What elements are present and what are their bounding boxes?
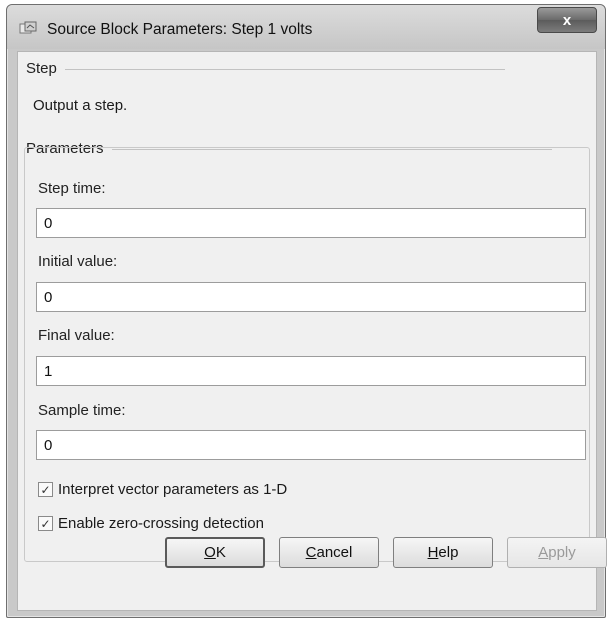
window-title: Source Block Parameters: Step 1 volts: [47, 21, 313, 38]
close-icon: x: [562, 11, 572, 29]
block-type-heading: Step: [26, 60, 503, 77]
block-description: Output a step.: [33, 97, 128, 114]
initial-value-label: Initial value:: [38, 253, 118, 270]
ok-button[interactable]: OK: [165, 537, 265, 568]
checkmark-icon: ✓: [40, 516, 51, 531]
dialog-window: Source Block Parameters: Step 1 volts x …: [6, 4, 607, 618]
apply-mnemonic: A: [538, 544, 549, 561]
zero-crossing-row[interactable]: ✓ Enable zero-crossing detection: [38, 515, 264, 532]
ok-mnemonic: O: [204, 544, 216, 561]
final-value-input[interactable]: [36, 356, 586, 386]
step-time-input[interactable]: [36, 208, 586, 238]
ok-label-rest: K: [215, 544, 226, 561]
zero-crossing-label: Enable zero-crossing detection: [58, 515, 264, 532]
dialog-body: Step Output a step. Parameters Step time…: [17, 51, 597, 611]
sample-time-input[interactable]: [36, 430, 586, 460]
checkmark-icon: ✓: [40, 482, 51, 497]
apply-label-rest: pply: [548, 544, 576, 561]
simulink-block-icon: [19, 21, 37, 34]
zero-crossing-checkbox[interactable]: ✓: [38, 516, 53, 531]
close-button[interactable]: x: [537, 7, 597, 33]
interpret-vector-row[interactable]: ✓ Interpret vector parameters as 1-D: [38, 481, 287, 498]
cancel-mnemonic: C: [305, 544, 317, 561]
title-bar[interactable]: Source Block Parameters: Step 1 volts x: [7, 5, 605, 49]
final-value-label: Final value:: [38, 327, 115, 344]
interpret-vector-label: Interpret vector parameters as 1-D: [58, 481, 288, 498]
help-button[interactable]: Help: [393, 537, 493, 568]
help-mnemonic: H: [427, 544, 439, 561]
cancel-button[interactable]: Cancel: [279, 537, 379, 568]
help-label-rest: elp: [438, 544, 459, 561]
sample-time-label: Sample time:: [38, 402, 126, 419]
apply-button[interactable]: Apply: [507, 537, 607, 568]
step-time-label: Step time:: [38, 180, 106, 197]
cancel-label-rest: ancel: [316, 544, 353, 561]
initial-value-input[interactable]: [36, 282, 586, 312]
interpret-vector-checkbox[interactable]: ✓: [38, 482, 53, 497]
